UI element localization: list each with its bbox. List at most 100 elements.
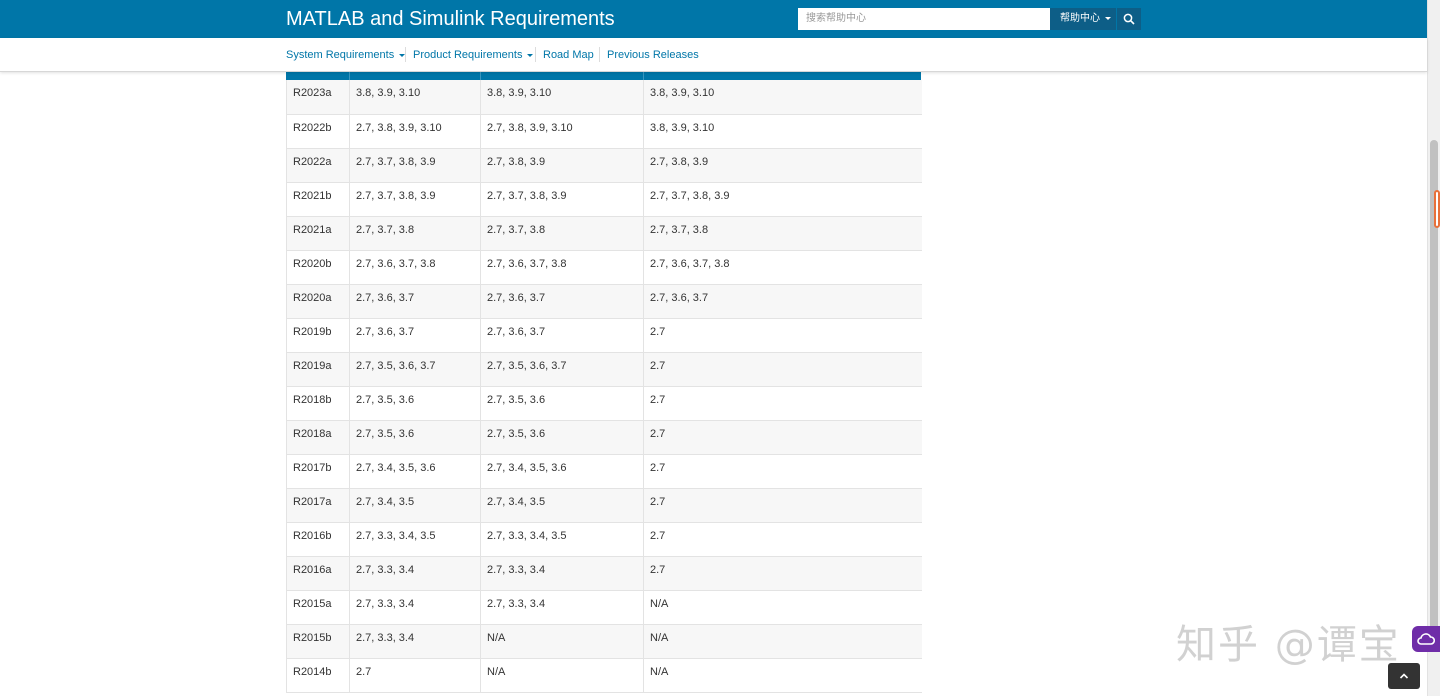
python-versions-cell: 2.7 — [643, 488, 922, 523]
table-row: R2020a 2.7, 3.6, 3.7 2.7, 3.6, 3.7 2.7, 3.6… — [286, 284, 922, 319]
nav-system-requirements[interactable]: System Requirements — [286, 48, 406, 62]
python-versions-cell: 2.7, 3.4, 3.5, 3.6 — [349, 454, 481, 489]
python-versions-cell: N/A — [480, 658, 644, 693]
python-versions-cell: 2.7, 3.7, 3.8, 3.9 — [480, 182, 644, 217]
table-row: R2022a 2.7, 3.7, 3.8, 3.9 2.7, 3.8, 3.9 2.7… — [286, 148, 922, 183]
scroll-position-marker — [1434, 190, 1440, 228]
python-versions-cell: 2.7, 3.3, 3.4, 3.5 — [480, 522, 644, 557]
release-cell: R2018b — [286, 386, 350, 421]
python-versions-cell: N/A — [643, 590, 922, 625]
search-scope-label: 帮助中心 — [1060, 13, 1100, 24]
nav-divider — [535, 47, 536, 62]
python-versions-cell: 2.7, 3.8, 3.9 — [643, 148, 922, 183]
python-versions-cell: 2.7 — [349, 658, 481, 693]
cloud-widget-button[interactable] — [1412, 626, 1440, 652]
python-versions-cell: 2.7, 3.8, 3.9, 3.10 — [349, 114, 481, 149]
chevron-down-icon — [527, 53, 534, 57]
python-versions-cell: 2.7, 3.3, 3.4 — [349, 624, 481, 659]
search-input[interactable]: 搜索帮助中心 — [798, 8, 1050, 30]
python-versions-cell: 2.7 — [643, 420, 922, 455]
python-versions-cell: 2.7, 3.4, 3.5, 3.6 — [480, 454, 644, 489]
python-versions-cell: 2.7, 3.5, 3.6 — [480, 420, 644, 455]
python-versions-cell: 2.7 — [643, 454, 922, 489]
python-versions-cell: 2.7, 3.5, 3.6 — [349, 420, 481, 455]
page-title[interactable]: MATLAB and Simulink Requirements — [286, 7, 615, 31]
release-cell: R2017a — [286, 488, 350, 523]
python-versions-table: R2023a 3.8, 3.9, 3.10 3.8, 3.9, 3.10 3.8, 3… — [286, 72, 922, 696]
python-versions-cell: 2.7 — [643, 318, 922, 353]
page-scrollbar[interactable] — [1427, 0, 1440, 696]
table-row: R2023a 3.8, 3.9, 3.10 3.8, 3.9, 3.10 3.8, 3… — [286, 80, 922, 115]
table-row: R2018a 2.7, 3.5, 3.6 2.7, 3.5, 3.6 2.7 — [286, 420, 922, 455]
table-row: R2014b 2.7 N/A N/A — [286, 658, 922, 693]
release-cell: R2019b — [286, 318, 350, 353]
python-versions-cell: 2.7 — [643, 556, 922, 591]
chevron-down-icon — [1105, 16, 1111, 20]
release-cell: R2021b — [286, 182, 350, 217]
table-row: R2021a 2.7, 3.7, 3.8 2.7, 3.7, 3.8 2.7, 3.7… — [286, 216, 922, 251]
table-row: R2015a 2.7, 3.3, 3.4 2.7, 3.3, 3.4 N/A — [286, 590, 922, 625]
python-versions-cell: 2.7, 3.5, 3.6, 3.7 — [349, 352, 481, 387]
python-versions-cell: 2.7, 3.7, 3.8 — [643, 216, 922, 251]
table-row: R2018b 2.7, 3.5, 3.6 2.7, 3.5, 3.6 2.7 — [286, 386, 922, 421]
table-row: R2017a 2.7, 3.4, 3.5 2.7, 3.4, 3.5 2.7 — [286, 488, 922, 523]
python-versions-cell: 2.7, 3.6, 3.7, 3.8 — [480, 250, 644, 285]
nav-label: Product Requirements — [413, 49, 523, 61]
nav-previous-releases[interactable]: Previous Releases — [607, 48, 699, 62]
release-cell: R2019a — [286, 352, 350, 387]
python-versions-cell: 2.7, 3.5, 3.6 — [349, 386, 481, 421]
nav-divider — [405, 47, 406, 62]
nav-road-map[interactable]: Road Map — [543, 48, 594, 62]
python-versions-cell: 2.7, 3.8, 3.9 — [480, 148, 644, 183]
python-versions-cell: 3.8, 3.9, 3.10 — [643, 114, 922, 149]
python-versions-cell: 2.7, 3.7, 3.8 — [349, 216, 481, 251]
search-button[interactable] — [1117, 8, 1141, 30]
python-versions-cell: N/A — [480, 624, 644, 659]
release-cell: R2018a — [286, 420, 350, 455]
python-versions-cell: 2.7, 3.6, 3.7 — [480, 284, 644, 319]
python-versions-cell: 2.7, 3.3, 3.4 — [349, 556, 481, 591]
header-divider — [643, 72, 644, 80]
sub-navigation: System Requirements Product Requirements… — [0, 38, 1427, 72]
python-versions-cell: 2.7 — [643, 386, 922, 421]
release-cell: R2016b — [286, 522, 350, 557]
table-row: R2017b 2.7, 3.4, 3.5, 3.6 2.7, 3.4, 3.5, 3… — [286, 454, 922, 489]
python-versions-cell: 2.7, 3.8, 3.9, 3.10 — [480, 114, 644, 149]
chevron-up-icon — [1399, 673, 1409, 679]
table-row: R2022b 2.7, 3.8, 3.9, 3.10 2.7, 3.8, 3.9, … — [286, 114, 922, 149]
table-row: R2016a 2.7, 3.3, 3.4 2.7, 3.3, 3.4 2.7 — [286, 556, 922, 591]
release-cell: R2020a — [286, 284, 350, 319]
python-versions-cell: 2.7, 3.6, 3.7 — [643, 284, 922, 319]
table-row: R2015b 2.7, 3.3, 3.4 N/A N/A — [286, 624, 922, 659]
back-to-top-button[interactable] — [1388, 663, 1420, 689]
header-divider — [480, 72, 481, 80]
python-versions-cell: 2.7, 3.6, 3.7 — [349, 318, 481, 353]
top-banner: MATLAB and Simulink Requirements 搜索帮助中心 … — [0, 0, 1427, 38]
python-versions-cell: 2.7, 3.7, 3.8, 3.9 — [643, 182, 922, 217]
python-versions-cell: 3.8, 3.9, 3.10 — [349, 80, 481, 115]
python-versions-cell: 2.7, 3.5, 3.6 — [480, 386, 644, 421]
nav-label: System Requirements — [286, 49, 395, 61]
python-versions-cell: 2.7, 3.3, 3.4, 3.5 — [349, 522, 481, 557]
release-cell: R2022b — [286, 114, 350, 149]
table-row: R2016b 2.7, 3.3, 3.4, 3.5 2.7, 3.3, 3.4, 3… — [286, 522, 922, 557]
nav-product-requirements[interactable]: Product Requirements — [413, 48, 534, 62]
watermark: 知乎 @谭宝 — [1176, 622, 1401, 668]
python-versions-cell: N/A — [643, 624, 922, 659]
header-divider — [349, 72, 350, 80]
python-versions-cell: 3.8, 3.9, 3.10 — [480, 80, 644, 115]
search-scope-dropdown[interactable]: 帮助中心 — [1050, 8, 1116, 30]
release-cell: R2015b — [286, 624, 350, 659]
nav-divider — [599, 47, 600, 62]
table-row: R2019a 2.7, 3.5, 3.6, 3.7 2.7, 3.5, 3.6, 3… — [286, 352, 922, 387]
python-versions-cell: 2.7, 3.6, 3.7 — [349, 284, 481, 319]
python-versions-cell: 2.7, 3.3, 3.4 — [480, 590, 644, 625]
release-cell: R2016a — [286, 556, 350, 591]
python-versions-cell: N/A — [643, 658, 922, 693]
release-cell: R2015a — [286, 590, 350, 625]
python-versions-cell: 2.7, 3.6, 3.7, 3.8 — [349, 250, 481, 285]
versions-table-body: R2023a 3.8, 3.9, 3.10 3.8, 3.9, 3.10 3.8, 3… — [286, 80, 922, 693]
table-header — [286, 72, 921, 80]
python-versions-cell: 2.7, 3.3, 3.4 — [480, 556, 644, 591]
release-cell: R2014b — [286, 658, 350, 693]
